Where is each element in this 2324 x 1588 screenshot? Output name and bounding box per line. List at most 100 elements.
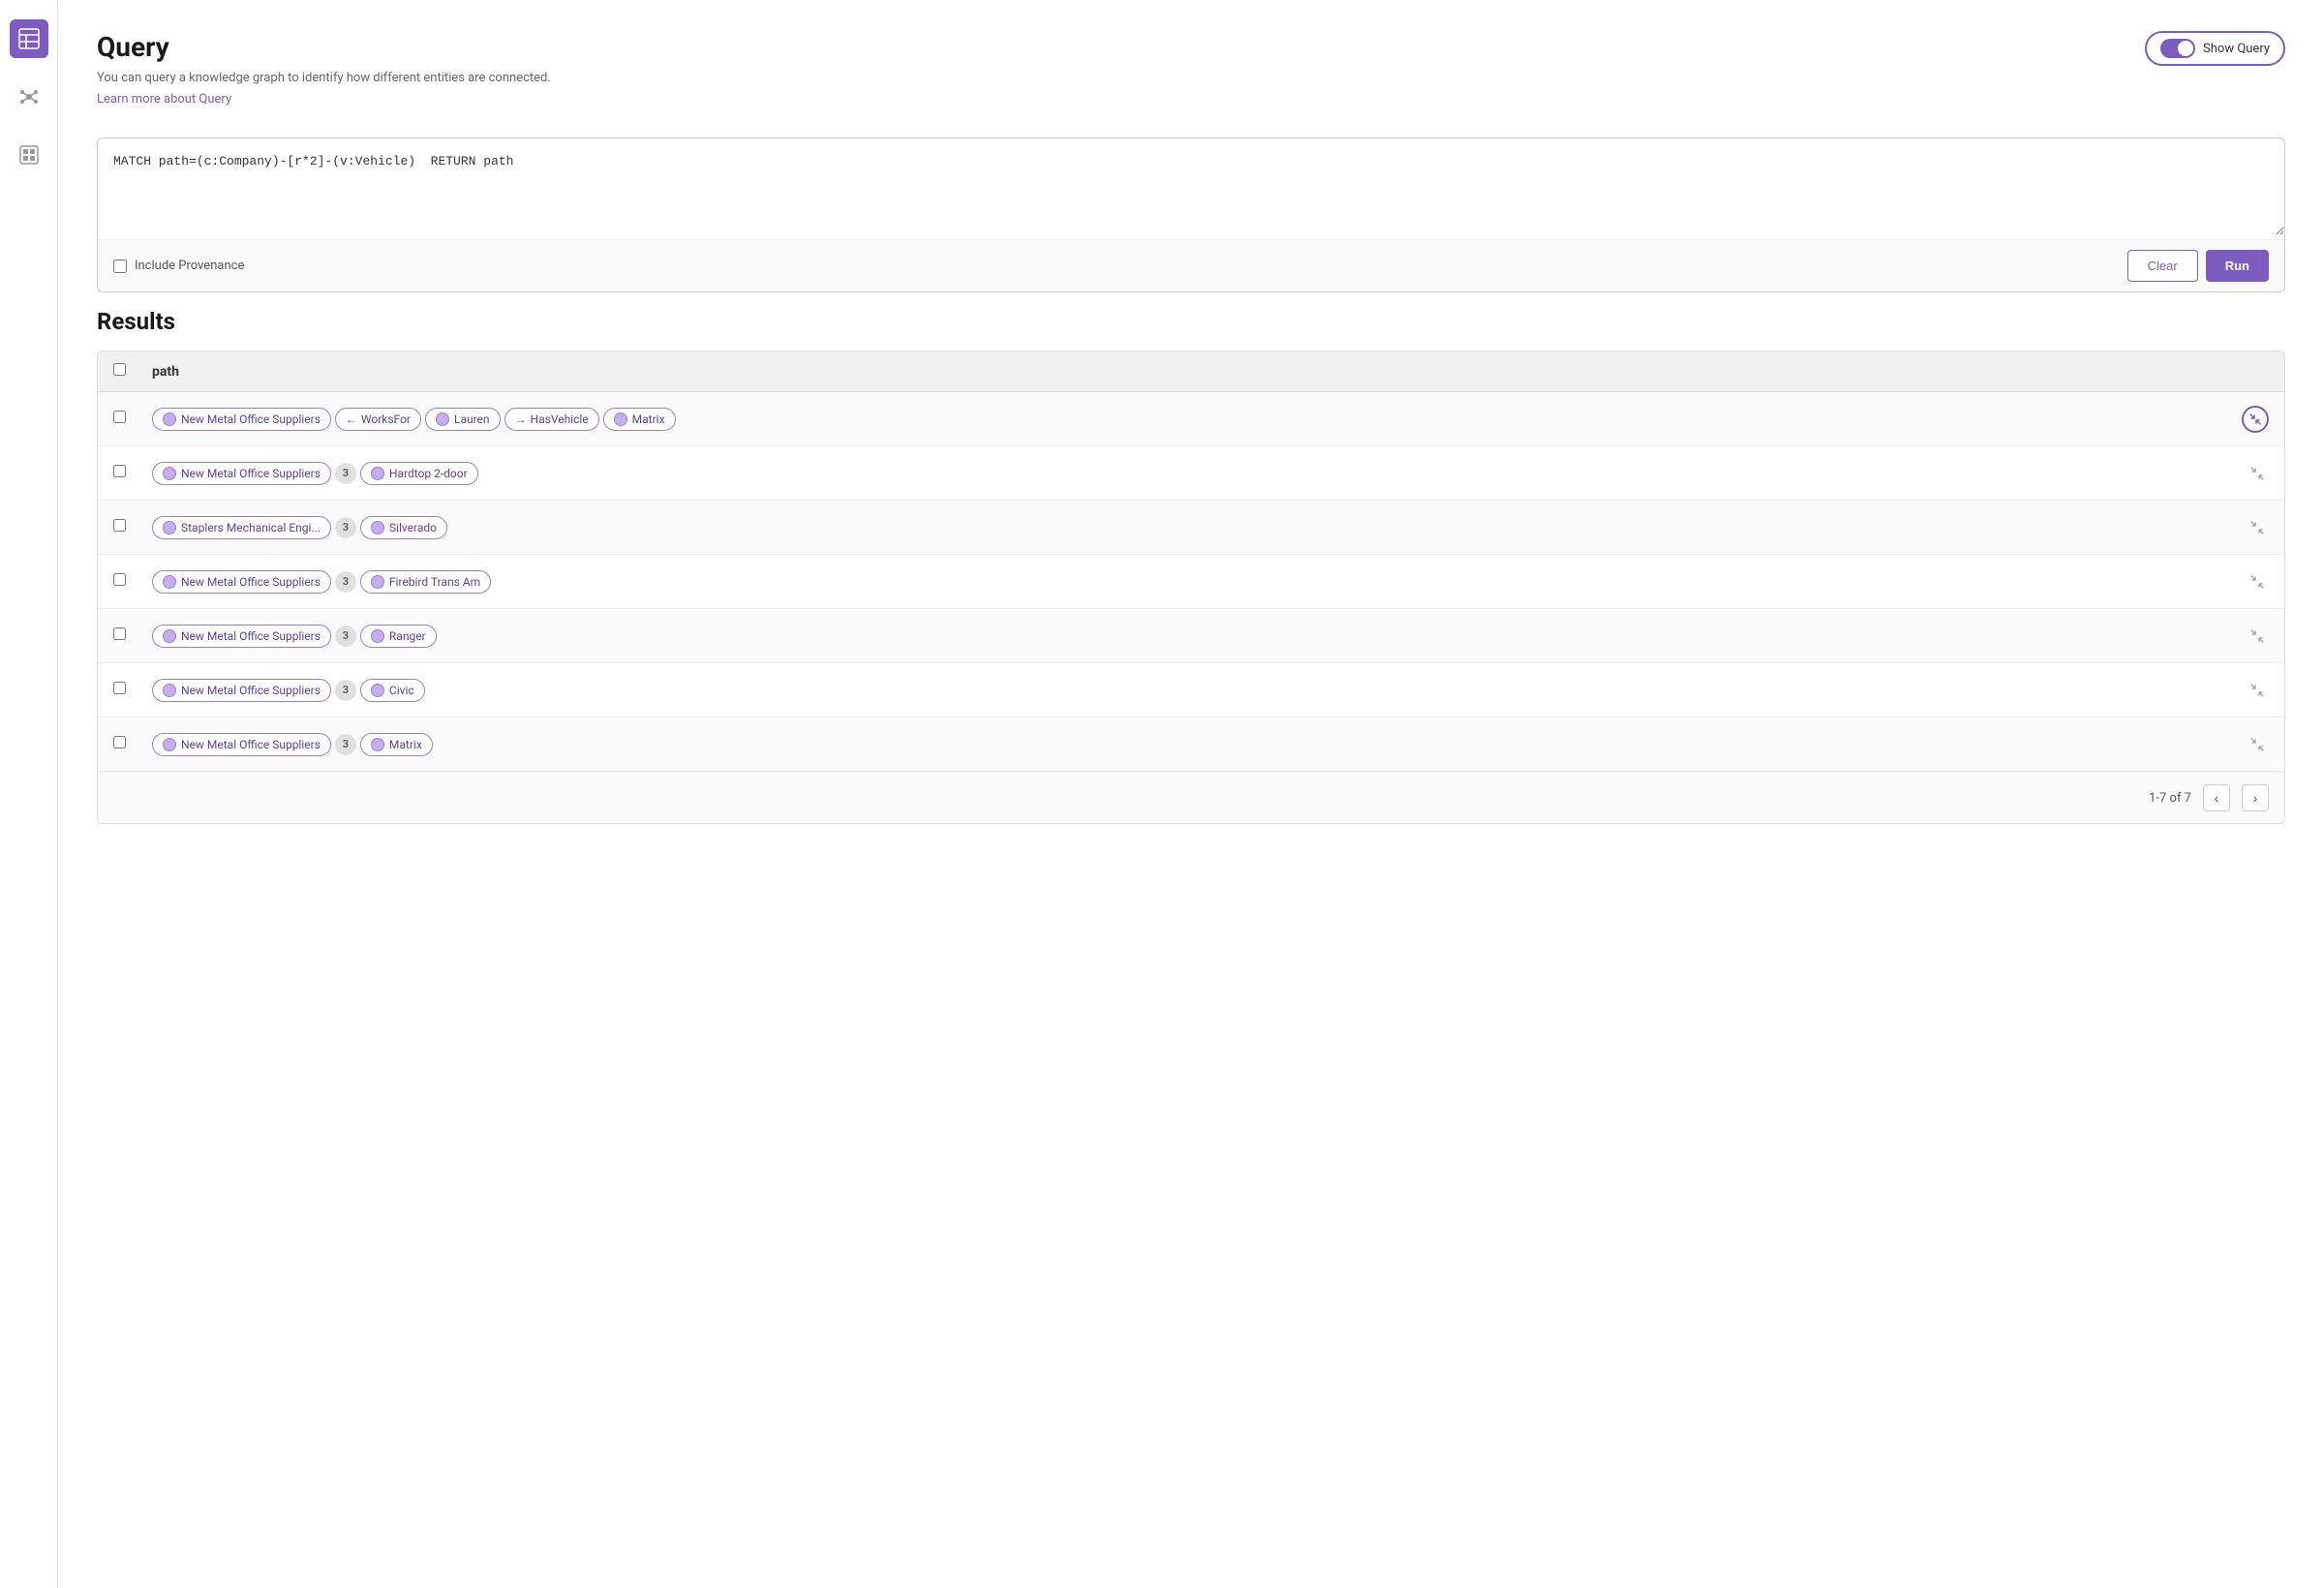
company-label-7: New Metal Office Suppliers xyxy=(181,738,321,751)
node-pill-company-6[interactable]: New Metal Office Suppliers xyxy=(152,679,331,702)
show-query-toggle[interactable]: Show Query xyxy=(2145,31,2285,66)
vehicle-dot-3 xyxy=(371,521,384,534)
row-checkbox[interactable] xyxy=(113,465,126,477)
node-pill-company-5[interactable]: New Metal Office Suppliers xyxy=(152,625,331,648)
company-label-2: New Metal Office Suppliers xyxy=(181,467,321,480)
company-dot-3 xyxy=(163,521,176,534)
row-checkbox-col xyxy=(113,411,137,427)
node-pill-person[interactable]: Lauren xyxy=(425,408,501,431)
next-page-button[interactable]: › xyxy=(2242,784,2269,811)
count-badge-3: 3 xyxy=(335,517,356,538)
count-badge-2: 3 xyxy=(335,463,356,484)
row-6-content: New Metal Office Suppliers 3 Civic xyxy=(152,679,2230,702)
vehicle-label-5: Ranger xyxy=(389,629,426,643)
table-row: New Metal Office Suppliers ← WorksFor La… xyxy=(98,392,2284,446)
vehicle-dot-6 xyxy=(371,684,384,697)
query-footer: Include Provenance Clear Run xyxy=(98,239,2284,291)
row-checkbox[interactable] xyxy=(113,682,126,694)
company-dot-5 xyxy=(163,629,176,643)
vehicle-label-3: Silverado xyxy=(389,521,437,534)
results-title: Results xyxy=(97,308,2285,335)
sidebar-icon-edit[interactable] xyxy=(10,136,48,174)
row-checkbox[interactable] xyxy=(113,627,126,640)
company-label-1: New Metal Office Suppliers xyxy=(181,412,321,426)
row-checkbox[interactable] xyxy=(113,736,126,748)
node-pill-company-4[interactable]: New Metal Office Suppliers xyxy=(152,570,331,594)
vehicle-label-7: Matrix xyxy=(389,738,422,751)
prev-page-button[interactable]: ‹ xyxy=(2203,784,2230,811)
hasvehicle-label: HasVehicle xyxy=(531,412,589,426)
learn-more-link[interactable]: Learn more about Query xyxy=(97,92,231,107)
clear-button[interactable]: Clear xyxy=(2127,250,2198,282)
row-checkbox-col xyxy=(113,465,137,481)
relation-pill-worksfor[interactable]: ← WorksFor xyxy=(335,408,421,431)
row-checkbox[interactable] xyxy=(113,519,126,532)
expand-icon-1[interactable] xyxy=(2242,406,2269,433)
row-checkbox-col xyxy=(113,519,137,535)
node-pill-vehicle-2[interactable]: Hardtop 2-door xyxy=(360,462,478,485)
vehicle-dot-4 xyxy=(371,575,384,589)
row-2-content: New Metal Office Suppliers 3 Hardtop 2-d… xyxy=(152,462,2230,485)
show-query-label: Show Query xyxy=(2203,42,2270,56)
row-checkbox[interactable] xyxy=(113,573,126,586)
vehicle-label-6: Civic xyxy=(389,684,414,697)
table-header-row: path xyxy=(98,351,2284,392)
toggle-thumb xyxy=(2178,41,2193,56)
node-pill-vehicle-3[interactable]: Silverado xyxy=(360,516,447,539)
sidebar xyxy=(0,0,58,1588)
run-button[interactable]: Run xyxy=(2206,250,2269,282)
company-label-6: New Metal Office Suppliers xyxy=(181,684,321,697)
select-all-checkbox[interactable] xyxy=(113,363,126,376)
query-textarea[interactable]: MATCH path=(c:Company)-[r*2]-(v:Vehicle)… xyxy=(98,138,2284,235)
node-pill-company-1[interactable]: New Metal Office Suppliers xyxy=(152,408,331,431)
count-badge-6: 3 xyxy=(335,680,356,701)
header-path-col: path xyxy=(152,364,2269,380)
node-pill-company-2[interactable]: New Metal Office Suppliers xyxy=(152,462,331,485)
row-checkbox-col xyxy=(113,682,137,698)
vehicle-dot-5 xyxy=(371,629,384,643)
expand-icon-sm-6[interactable] xyxy=(2246,679,2269,702)
provenance-label[interactable]: Include Provenance xyxy=(135,259,244,273)
company-dot-7 xyxy=(163,738,176,751)
row-4-content: New Metal Office Suppliers 3 Firebird Tr… xyxy=(152,570,2230,594)
node-pill-vehicle-5[interactable]: Ranger xyxy=(360,625,437,648)
expand-icon-sm-4[interactable] xyxy=(2246,570,2269,594)
provenance-checkbox[interactable] xyxy=(113,260,127,273)
arrow-right: → xyxy=(515,412,527,426)
vehicle-label-4: Firebird Trans Am xyxy=(389,575,480,589)
count-badge-5: 3 xyxy=(335,626,356,647)
row-1-content: New Metal Office Suppliers ← WorksFor La… xyxy=(152,408,2226,431)
row-checkbox-col xyxy=(113,573,137,590)
expand-icon-sm-7[interactable] xyxy=(2246,733,2269,756)
sidebar-icon-graph[interactable] xyxy=(10,77,48,116)
company-label-5: New Metal Office Suppliers xyxy=(181,629,321,643)
expand-icon-sm-5[interactable] xyxy=(2246,625,2269,648)
node-pill-vehicle-1[interactable]: Matrix xyxy=(603,408,676,431)
provenance-checkbox-container: Include Provenance xyxy=(113,259,244,273)
node-pill-vehicle-7[interactable]: Matrix xyxy=(360,733,433,756)
toggle-switch[interactable] xyxy=(2160,39,2195,58)
node-pill-company-7[interactable]: New Metal Office Suppliers xyxy=(152,733,331,756)
node-pill-vehicle-6[interactable]: Civic xyxy=(360,679,425,702)
header-checkbox-col xyxy=(113,363,137,380)
table-row: New Metal Office Suppliers 3 Civic xyxy=(98,663,2284,718)
results-table: path New Metal Office Suppliers ← WorksF… xyxy=(97,351,2285,824)
row-checkbox[interactable] xyxy=(113,411,126,423)
expand-icon-sm-3[interactable] xyxy=(2246,516,2269,539)
company-dot xyxy=(163,412,176,426)
vehicle-label-2: Hardtop 2-door xyxy=(389,467,468,480)
expand-icon-sm-2[interactable] xyxy=(2246,462,2269,485)
person-dot xyxy=(436,412,449,426)
node-pill-vehicle-4[interactable]: Firebird Trans Am xyxy=(360,570,491,594)
table-row: New Metal Office Suppliers 3 Ranger xyxy=(98,609,2284,663)
pagination-info: 1-7 of 7 xyxy=(2149,791,2191,806)
node-pill-company-3[interactable]: Staplers Mechanical Engi... xyxy=(152,516,331,539)
arrow-left: ← xyxy=(346,412,357,426)
count-badge-4: 3 xyxy=(335,571,356,593)
company-label-4: New Metal Office Suppliers xyxy=(181,575,321,589)
sidebar-icon-table[interactable] xyxy=(10,19,48,58)
table-row: New Metal Office Suppliers 3 Matrix xyxy=(98,718,2284,772)
relation-pill-hasvehicle[interactable]: → HasVehicle xyxy=(505,408,599,431)
row-5-content: New Metal Office Suppliers 3 Ranger xyxy=(152,625,2230,648)
toggle-track xyxy=(2160,39,2195,58)
